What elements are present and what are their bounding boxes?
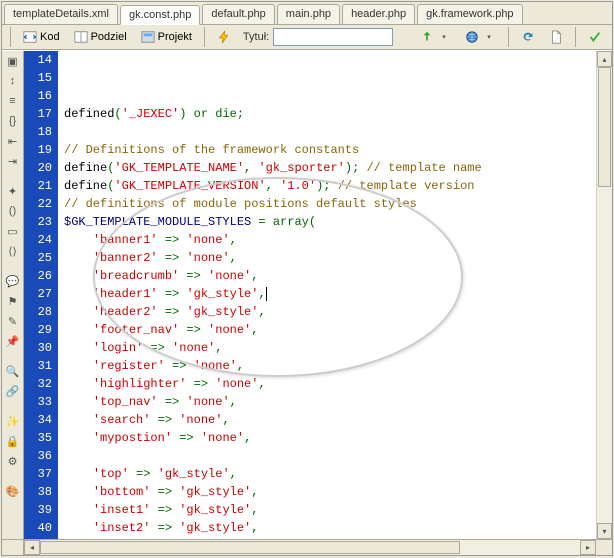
separator	[508, 27, 509, 47]
code-line[interactable]: 'login' => 'none',	[64, 339, 596, 357]
view-code-button[interactable]: Kod	[17, 27, 66, 47]
tab-templateDetails-xml[interactable]: templateDetails.xml	[4, 4, 118, 24]
code-line[interactable]: 'register' => 'none',	[64, 357, 596, 375]
scroll-track-h[interactable]	[40, 540, 580, 555]
braces-icon[interactable]: ()	[5, 203, 21, 219]
scroll-left-button[interactable]: ◂	[24, 540, 40, 555]
gear-icon[interactable]: ⚙	[5, 453, 21, 469]
lightning-icon	[217, 30, 231, 44]
code-line[interactable]: 'top' => 'gk_style',	[64, 465, 596, 483]
scroll-track[interactable]	[597, 67, 612, 523]
globe-button[interactable]: ▾	[459, 27, 502, 47]
globe-icon	[465, 30, 479, 44]
side-toolbar: ▣ ↕ ≡ {} ⇤ ⇥ ✦ () ▭ ⟨⟩ 💬 ⚑ ✎ 📌 🔍 🔗 ✨ 🔒 ⚙…	[2, 51, 24, 539]
indent-right-icon[interactable]: ⇥	[5, 153, 21, 169]
collapse-icon[interactable]: ▣	[5, 53, 21, 69]
code-line[interactable]: 'footer_nav' => 'none',	[64, 321, 596, 339]
code-line[interactable]: 'highlighter' => 'none',	[64, 375, 596, 393]
comment-icon[interactable]: 💬	[5, 273, 21, 289]
search-icon[interactable]: 🔍	[5, 363, 21, 379]
design-label: Projekt	[158, 31, 192, 43]
code-line[interactable]: 'search' => 'none',	[64, 411, 596, 429]
view-split-button[interactable]: Podziel	[68, 27, 133, 47]
code-line[interactable]: 'banner2' => 'none',	[64, 249, 596, 267]
note-icon[interactable]: ✎	[5, 313, 21, 329]
design-icon	[141, 30, 155, 44]
pin-icon[interactable]: 📌	[5, 333, 21, 349]
scroll-thumb[interactable]	[598, 67, 611, 187]
document-button[interactable]	[543, 27, 569, 47]
code-line[interactable]: // definitions of module positions defau…	[64, 195, 596, 213]
code-line[interactable]: 'header2' => 'gk_style',	[64, 303, 596, 321]
scroll-thumb-h[interactable]	[40, 541, 460, 554]
toolbar: Kod Podziel Projekt Tytuł: ▾ ▾	[2, 25, 612, 50]
code-line[interactable]: 'mypostion' => 'none',	[64, 429, 596, 447]
link-icon[interactable]: 🔗	[5, 383, 21, 399]
code-line[interactable]: 'inset2' => 'gk_style',	[64, 519, 596, 537]
wand-icon[interactable]: ✨	[5, 413, 21, 429]
title-label: Tytuł:	[243, 31, 269, 43]
editor-area: ▣ ↕ ≡ {} ⇤ ⇥ ✦ () ▭ ⟨⟩ 💬 ⚑ ✎ 📌 🔍 🔗 ✨ 🔒 ⚙…	[2, 50, 612, 539]
tab-header-php[interactable]: header.php	[342, 4, 415, 24]
tab-default-php[interactable]: default.php	[202, 4, 274, 24]
code-line[interactable]: 'header1' => 'gk_style',	[64, 285, 596, 303]
upload-icon	[420, 30, 434, 44]
tag-icon[interactable]: ⟨⟩	[5, 243, 21, 259]
code-line[interactable]	[64, 123, 596, 141]
code-line[interactable]: $GK_TEMPLATE_MODULE_STYLES = array(	[64, 213, 596, 231]
code-line[interactable]: define('GK_TEMPLATE_VERSION', '1.0'); //…	[64, 177, 596, 195]
editor-window: templateDetails.xmlgk.const.phpdefault.p…	[1, 1, 613, 556]
pointer-icon[interactable]: ✦	[5, 183, 21, 199]
scroll-down-button[interactable]: ▾	[597, 523, 612, 539]
split-label: Podziel	[91, 31, 127, 43]
brackets-icon[interactable]: {}	[5, 113, 21, 129]
arrow-icon[interactable]: ↕	[5, 73, 21, 89]
refresh-icon	[521, 30, 535, 44]
line-gutter: 1415161718192021222324252627282930313233…	[24, 51, 58, 539]
code-icon	[23, 30, 37, 44]
scroll-up-button[interactable]: ▴	[597, 51, 612, 67]
refresh-button[interactable]	[515, 27, 541, 47]
separator	[575, 27, 576, 47]
code-line[interactable]: 'top_nav' => 'none',	[64, 393, 596, 411]
code-line[interactable]: 'mainbody' => 'gk_style',	[64, 537, 596, 539]
separator	[204, 27, 205, 47]
code-line[interactable]: defined('_JEXEC') or die;	[64, 105, 596, 123]
code-line[interactable]: // Definitions of the framework constant…	[64, 141, 596, 159]
split-icon	[74, 30, 88, 44]
title-input[interactable]	[273, 28, 393, 46]
code-line[interactable]: 'banner1' => 'none',	[64, 231, 596, 249]
lock-icon[interactable]: 🔒	[5, 433, 21, 449]
view-design-button[interactable]: Projekt	[135, 27, 198, 47]
code-line[interactable]: 'inset1' => 'gk_style',	[64, 501, 596, 519]
scroll-right-button[interactable]: ▸	[580, 540, 596, 555]
code-line[interactable]: define('GK_TEMPLATE_NAME', 'gk_sporter')…	[64, 159, 596, 177]
outdent-icon[interactable]: ⇤	[5, 133, 21, 149]
code-line[interactable]	[64, 447, 596, 465]
check-button[interactable]	[582, 27, 608, 47]
separator	[10, 27, 11, 47]
check-icon	[588, 30, 602, 44]
palette-icon[interactable]: 🎨	[5, 483, 21, 499]
flag-icon[interactable]: ⚑	[5, 293, 21, 309]
tab-gk-framework-php[interactable]: gk.framework.php	[417, 4, 522, 24]
lightning-button[interactable]	[211, 27, 237, 47]
document-icon	[549, 30, 563, 44]
bookmark-icon[interactable]: ▭	[5, 223, 21, 239]
code-label: Kod	[40, 31, 60, 43]
vertical-scrollbar[interactable]: ▴ ▾	[596, 51, 612, 539]
code-panel: 1415161718192021222324252627282930313233…	[24, 51, 612, 539]
tab-main-php[interactable]: main.php	[277, 4, 340, 24]
horizontal-scrollbar[interactable]: ◂ ▸	[2, 539, 612, 555]
tab-gk-const-php[interactable]: gk.const.php	[120, 5, 200, 25]
code-line[interactable]: 'breadcrumb' => 'none',	[64, 267, 596, 285]
indent-icon[interactable]: ≡	[5, 93, 21, 109]
code-line[interactable]: 'bottom' => 'gk_style',	[64, 483, 596, 501]
file-tabs: templateDetails.xmlgk.const.phpdefault.p…	[2, 2, 612, 25]
code-content[interactable]: defined('_JEXEC') or die; // Definitions …	[58, 51, 596, 539]
upload-button[interactable]: ▾	[414, 27, 457, 47]
